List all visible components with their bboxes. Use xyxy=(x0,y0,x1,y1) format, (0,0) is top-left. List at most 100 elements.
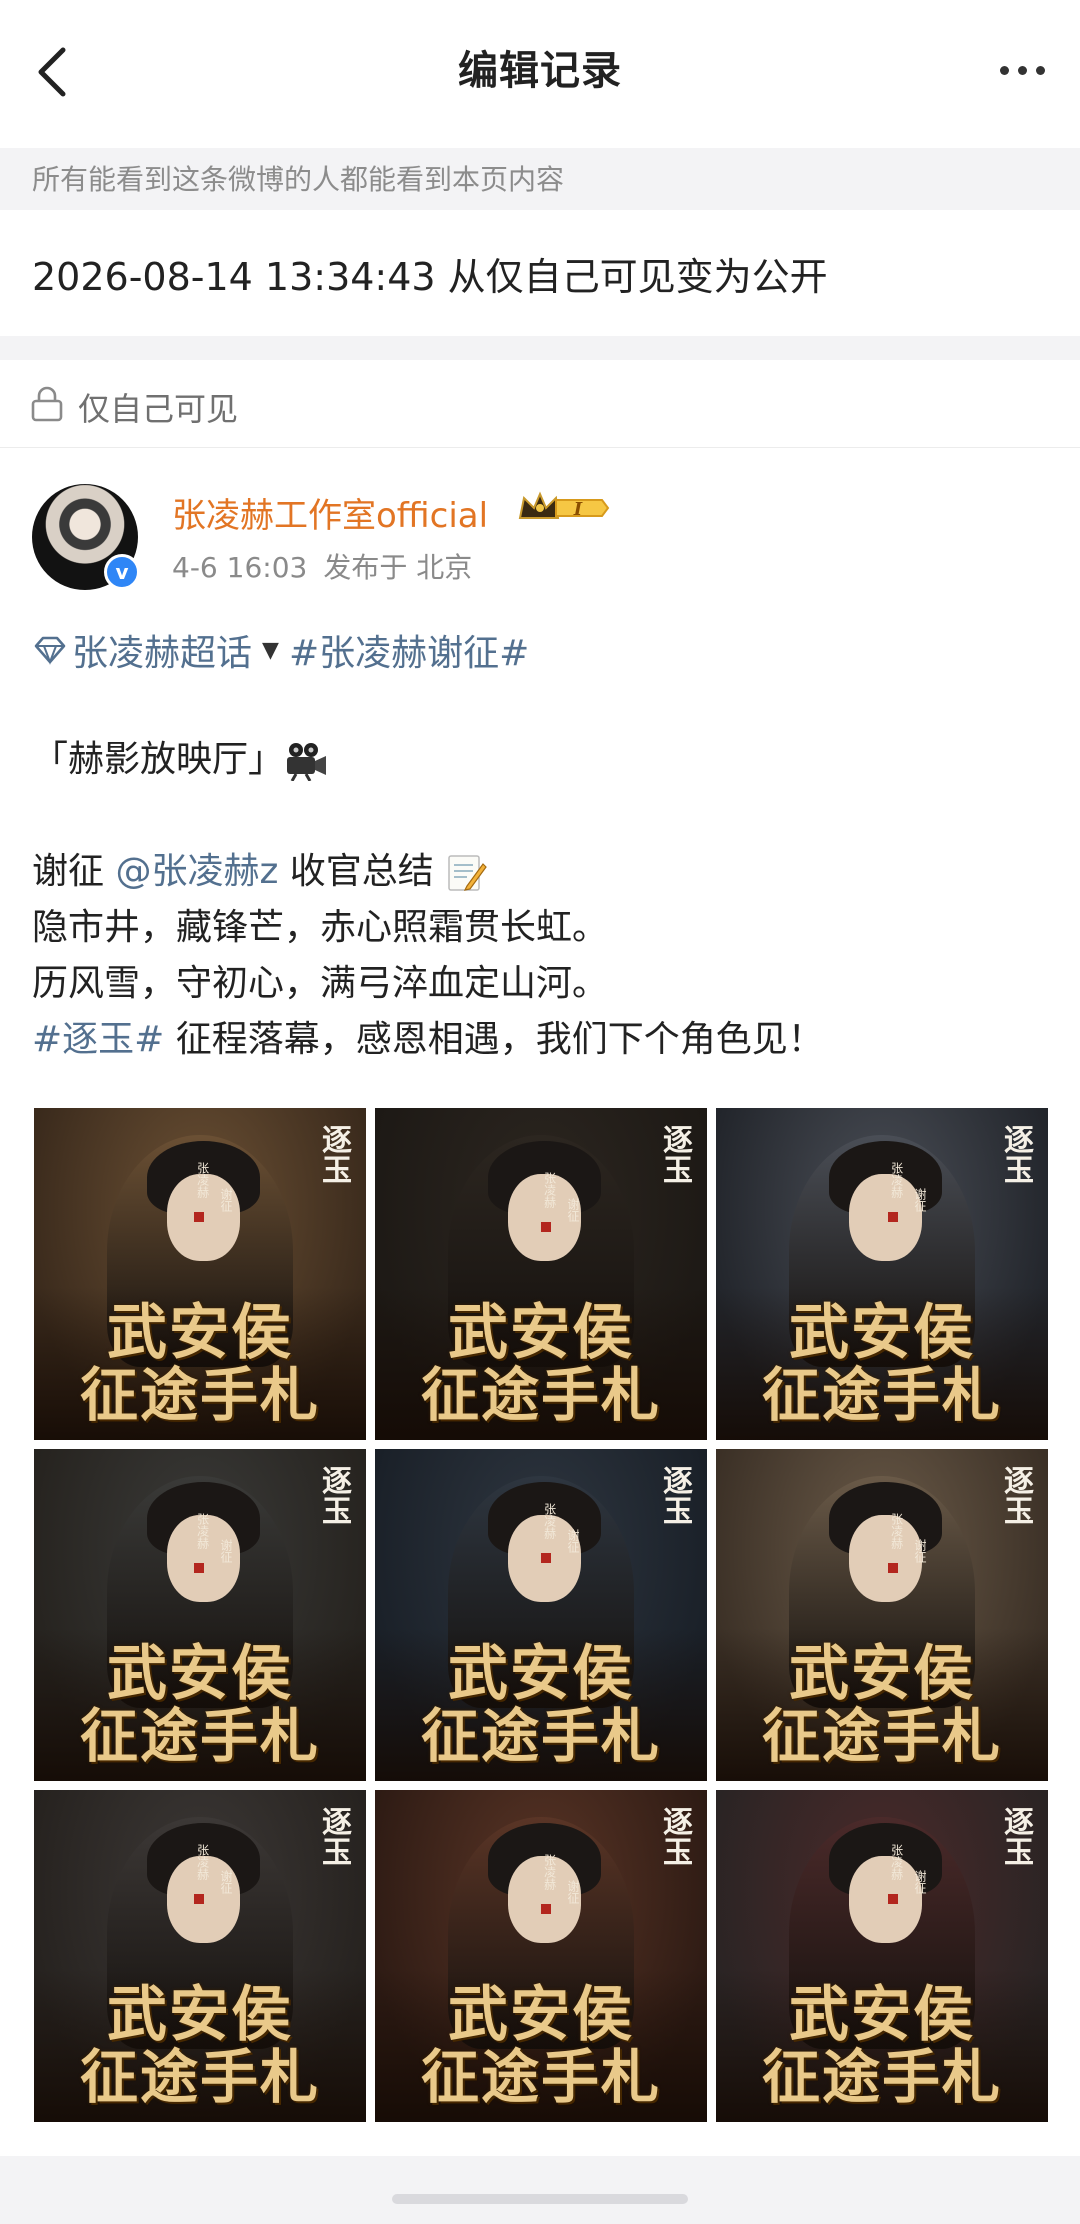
page-title: 编辑记录 xyxy=(458,48,622,94)
post-card: 仅自己可见 v 张凌赫工作室official I 4-6 16:03 发布于 北京… xyxy=(0,360,1080,2156)
role-name: 谢征 xyxy=(913,1870,927,1894)
cast-name: 张凌赫 xyxy=(195,1162,210,1198)
nav-bar: 编辑记录 xyxy=(0,0,1080,148)
post-line-end: #逐玉# 征程落幕，感恩相遇，我们下个角色见！ xyxy=(32,1012,824,1068)
post-meta: 4-6 16:03 发布于 北京 xyxy=(172,546,472,586)
red-seal xyxy=(194,1563,204,1573)
drama-logo: 逐玉 xyxy=(998,1124,1033,1184)
poster-title-line2: 征途手札 xyxy=(761,2043,1002,2112)
image-grid: 逐玉 张凌赫 谢征 武安侯 征途手札 逐玉 张凌赫 谢征 武安侯 征途手札 逐玉 张凌赫 谢征 武安侯 征途… xyxy=(34,1108,1048,2122)
role-name: 谢征 xyxy=(566,1198,580,1222)
poster-title-line2: 征途手札 xyxy=(761,1702,1002,1771)
poster-title: 武安侯 征途手札 xyxy=(375,1302,707,1426)
poster-title: 武安侯 征途手札 xyxy=(34,1302,366,1426)
role-name: 谢征 xyxy=(913,1188,927,1212)
edit-record-text: 2026-08-14 13:34:43 从仅自己可见变为公开 xyxy=(32,255,828,299)
post-image[interactable]: 逐玉张凌赫 谢征武安侯 征途手札 xyxy=(34,1449,366,1781)
post-line-mention: 谢征 @张凌赫z 收官总结 xyxy=(32,844,488,900)
cast-name: 张凌赫 xyxy=(195,1513,210,1549)
poster-title-line1: 武安侯 xyxy=(448,1980,634,2051)
memo-icon xyxy=(448,855,488,891)
post-end-text: 征程落幕，感恩相遇，我们下个角色见！ xyxy=(164,1019,824,1060)
super-topic-diamond-icon xyxy=(34,636,66,665)
super-topic-link[interactable]: 张凌赫超话 xyxy=(72,624,252,676)
portrait-face xyxy=(848,1174,922,1261)
bottom-area xyxy=(0,2156,1080,2224)
cast-name: 张凌赫 xyxy=(195,1844,210,1880)
role-name: 谢征 xyxy=(913,1539,927,1563)
portrait-face xyxy=(848,1515,922,1602)
hashtag-link[interactable]: #张凌赫谢征# xyxy=(289,624,529,676)
post-image[interactable]: 逐玉 张凌赫 谢征 武安侯 征途手札 xyxy=(34,1108,366,1440)
cast-name: 张凌赫 xyxy=(889,1844,904,1880)
hashtag-zhuyu-link[interactable]: #逐玉# xyxy=(32,1019,164,1060)
member-crown-badge-icon[interactable]: I xyxy=(516,486,612,530)
post-image[interactable]: 逐玉张凌赫 谢征武安侯 征途手札 xyxy=(716,1108,1048,1440)
poster-title-line1: 武安侯 xyxy=(107,1298,293,1369)
mention-link[interactable]: @张凌赫z xyxy=(115,851,278,892)
home-indicator[interactable] xyxy=(392,2194,688,2204)
drama-logo: 逐玉 xyxy=(657,1806,692,1866)
post-line-cinema: 「赫影放映厅」 xyxy=(32,732,328,788)
post-cinema-text: 「赫影放映厅」 xyxy=(32,739,285,780)
drama-logo: 逐玉 xyxy=(316,1124,351,1184)
poster-title: 武安侯 征途手札 xyxy=(34,1643,366,1767)
red-seal xyxy=(541,1904,551,1914)
poster-title-line2: 征途手札 xyxy=(420,2043,661,2112)
poster-title-line2: 征途手札 xyxy=(79,1361,320,1430)
cast-name: 张凌赫 xyxy=(542,1503,557,1539)
poster-title-line2: 征途手札 xyxy=(79,1702,320,1771)
poster-title-line1: 武安侯 xyxy=(448,1639,634,1710)
drama-logo: 逐玉 xyxy=(998,1806,1033,1866)
poster-title-line2: 征途手札 xyxy=(420,1361,661,1430)
role-name: 谢征 xyxy=(566,1529,580,1553)
cast-name: 张凌赫 xyxy=(542,1854,557,1890)
post-location: 发布于 北京 xyxy=(323,551,473,584)
edit-record-item: 2026-08-14 13:34:43 从仅自己可见变为公开 xyxy=(0,210,1080,336)
poster-title: 武安侯 征途手札 xyxy=(375,1643,707,1767)
poster-title-line1: 武安侯 xyxy=(789,1980,975,2051)
poster-title: 武安侯 征途手札 xyxy=(716,1643,1048,1767)
member-level-text: I xyxy=(573,499,583,520)
section-gap xyxy=(0,336,1080,360)
post-image[interactable]: 逐玉张凌赫 谢征武安侯 征途手札 xyxy=(716,1449,1048,1781)
post-line-poem-1: 隐市井，藏锋芒，赤心照霜贯长虹。 xyxy=(32,907,609,948)
post-image[interactable]: 逐玉 张凌赫 谢征 武安侯 征途手札 xyxy=(375,1449,707,1781)
more-dot xyxy=(1035,65,1045,75)
red-seal xyxy=(194,1894,204,1904)
post-mention-prefix: 谢征 xyxy=(32,851,116,892)
poster-title: 武安侯 征途手札 xyxy=(34,1984,366,2108)
role-name: 谢征 xyxy=(219,1870,233,1894)
poster-title: 武安侯 征途手札 xyxy=(716,1302,1048,1426)
cast-name: 张凌赫 xyxy=(889,1162,904,1198)
post-mention-suffix: 收官总结 xyxy=(278,851,434,892)
post-line-poem-2: 历风雪，守初心，满弓淬血定山河。 xyxy=(32,963,609,1004)
author-name[interactable]: 张凌赫工作室official xyxy=(172,488,488,537)
topics-row: 张凌赫超话 ▼ #张凌赫谢征# xyxy=(32,624,529,676)
role-name: 谢征 xyxy=(566,1880,580,1904)
poster-title: 武安侯 征途手札 xyxy=(375,1984,707,2108)
lock-icon xyxy=(31,386,63,422)
post-image[interactable]: 逐玉张凌赫 谢征武安侯 征途手札 xyxy=(716,1790,1048,2122)
drama-logo: 逐玉 xyxy=(316,1806,351,1866)
poster-title-line1: 武安侯 xyxy=(789,1298,975,1369)
more-dots-icon xyxy=(999,65,1009,75)
visibility-notice: 所有能看到这条微博的人都能看到本页内容 xyxy=(0,148,1080,210)
drama-logo: 逐玉 xyxy=(316,1465,351,1525)
cast-name: 张凌赫 xyxy=(542,1172,557,1208)
poster-title-line1: 武安侯 xyxy=(448,1298,634,1369)
more-button[interactable] xyxy=(984,40,1060,100)
red-seal xyxy=(888,1563,898,1573)
drama-logo: 逐玉 xyxy=(657,1124,692,1184)
role-name: 谢征 xyxy=(219,1539,233,1563)
red-seal xyxy=(888,1212,898,1222)
post-time: 4-6 16:03 xyxy=(172,551,308,584)
verified-badge-icon: v xyxy=(104,554,140,590)
red-seal xyxy=(194,1212,204,1222)
post-image[interactable]: 逐玉张凌赫 谢征武安侯 征途手札 xyxy=(375,1790,707,2122)
cast-name: 张凌赫 xyxy=(889,1513,904,1549)
post-image[interactable]: 逐玉张凌赫 谢征武安侯 征途手札 xyxy=(375,1108,707,1440)
drama-logo: 逐玉 xyxy=(998,1465,1033,1525)
caret-down-icon: ▼ xyxy=(262,637,279,663)
post-image[interactable]: 逐玉张凌赫 谢征武安侯 征途手札 xyxy=(34,1790,366,2122)
